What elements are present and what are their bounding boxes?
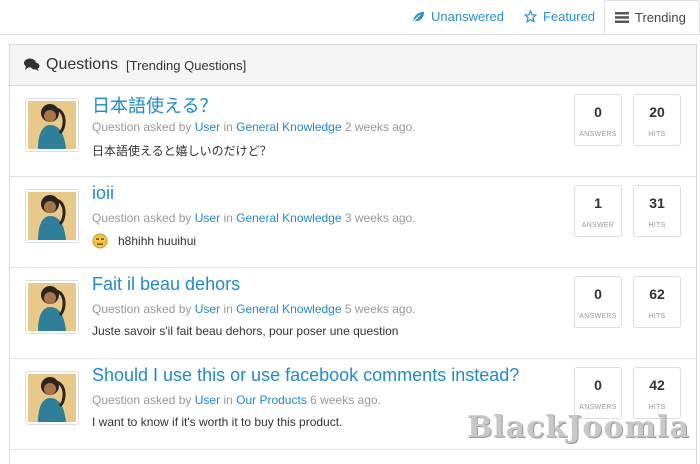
question-body: I want to know if it's worth it to buy t… bbox=[92, 415, 343, 429]
meta-prefix: Question asked by bbox=[92, 302, 192, 316]
avatar[interactable] bbox=[25, 189, 79, 243]
category-link[interactable]: Our Products bbox=[236, 393, 307, 407]
question-body: 日本語使えると嬉しいのだけど？ bbox=[92, 144, 272, 158]
question-time: 3 weeks ago. bbox=[344, 211, 416, 225]
meta-prefix: Question asked by bbox=[92, 120, 192, 134]
tab-unanswered[interactable]: Unanswered bbox=[402, 0, 514, 33]
hits-count-box: 20 HITS bbox=[633, 94, 681, 146]
comments-icon bbox=[24, 58, 40, 71]
panel-header: Questions [Trending Questions] bbox=[10, 45, 696, 86]
question-time: 2 weeks ago. bbox=[344, 120, 416, 134]
meta-in: in bbox=[223, 393, 233, 407]
user-avatar-image bbox=[28, 374, 76, 422]
question-time: 6 weeks ago. bbox=[310, 393, 381, 407]
leaf-icon bbox=[412, 11, 424, 22]
star-icon bbox=[524, 10, 537, 23]
tab-featured[interactable]: Featured bbox=[514, 0, 605, 33]
hits-count: 42 bbox=[649, 377, 665, 393]
question-meta: Question asked by User in General Knowle… bbox=[92, 211, 416, 225]
question-title[interactable]: 日本語使える？ bbox=[92, 92, 217, 118]
tab-trending[interactable]: Trending bbox=[604, 0, 700, 34]
answers-count: 0 bbox=[594, 377, 602, 393]
meta-in: in bbox=[223, 302, 233, 316]
user-avatar-image bbox=[28, 101, 76, 149]
tab-unanswered-label: Unanswered bbox=[431, 9, 504, 24]
emoticon-icon bbox=[92, 233, 108, 249]
hits-count-box: 31 HITS bbox=[633, 185, 681, 237]
panel-title: Questions bbox=[46, 56, 119, 73]
question-item: 日本語使える？ Question asked by User in Genera… bbox=[10, 86, 696, 177]
user-avatar-image bbox=[28, 192, 76, 240]
question-time: 5 weeks ago. bbox=[344, 302, 416, 316]
answers-count: 1 bbox=[594, 195, 602, 211]
answers-label: ANSWER bbox=[581, 222, 615, 229]
answers-count: 0 bbox=[594, 104, 602, 120]
avatar[interactable] bbox=[25, 98, 79, 152]
user-avatar-image bbox=[28, 283, 76, 331]
hits-count: 62 bbox=[649, 286, 665, 302]
question-meta: Question asked by User in General Knowle… bbox=[92, 302, 416, 316]
question-meta: Question asked by User in General Knowle… bbox=[92, 120, 416, 134]
meta-in: in bbox=[223, 120, 233, 134]
question-tabs: Unanswered Featured Trending bbox=[0, 0, 700, 35]
questions-panel: Questions [Trending Questions] 日本語使える？ Q… bbox=[9, 44, 697, 464]
question-body: Juste savoir s'il fait beau dehors, pour… bbox=[92, 324, 399, 338]
panel-subtitle: [Trending Questions] bbox=[126, 57, 247, 73]
watermark-logo: BlackJoomla bbox=[466, 410, 690, 445]
user-link[interactable]: User bbox=[195, 302, 220, 316]
hits-count: 20 bbox=[649, 104, 665, 120]
question-meta: Question asked by User in Our Products 6… bbox=[92, 393, 381, 407]
avatar[interactable] bbox=[25, 371, 79, 425]
hits-label: HITS bbox=[648, 131, 666, 138]
question-title[interactable]: Should I use this or use facebook commen… bbox=[92, 365, 519, 386]
user-link[interactable]: User bbox=[195, 120, 220, 134]
question-excerpt: I want to know if it's worth it to buy t… bbox=[92, 415, 342, 429]
hits-count-box: 62 HITS bbox=[633, 276, 681, 328]
question-excerpt: h8hihh huuihui bbox=[92, 233, 196, 249]
answers-label: ANSWERS bbox=[579, 131, 617, 138]
meta-prefix: Question asked by bbox=[92, 393, 192, 407]
answers-count-box: 1 ANSWER bbox=[574, 185, 622, 237]
user-link[interactable]: User bbox=[195, 393, 220, 407]
hits-count: 31 bbox=[649, 195, 665, 211]
question-body: h8hihh huuihui bbox=[118, 234, 197, 248]
meta-prefix: Question asked by bbox=[92, 211, 192, 225]
answers-count: 0 bbox=[594, 286, 602, 302]
question-title[interactable]: ioii bbox=[92, 183, 114, 204]
list-icon bbox=[615, 11, 629, 23]
category-link[interactable]: General Knowledge bbox=[236, 302, 341, 316]
avatar[interactable] bbox=[25, 280, 79, 334]
tab-featured-label: Featured bbox=[543, 9, 596, 24]
hits-label: HITS bbox=[648, 222, 666, 229]
user-link[interactable]: User bbox=[195, 211, 220, 225]
category-link[interactable]: General Knowledge bbox=[236, 211, 341, 225]
tab-trending-label: Trending bbox=[635, 9, 686, 25]
answers-count-box: 0 ANSWERS bbox=[574, 94, 622, 146]
question-title[interactable]: Fait il beau dehors bbox=[92, 274, 240, 295]
hits-label: HITS bbox=[648, 313, 666, 320]
category-link[interactable]: General Knowledge bbox=[236, 120, 341, 134]
answers-label: ANSWERS bbox=[579, 313, 617, 320]
question-item: ioii Question asked by User in General K… bbox=[10, 177, 696, 268]
answers-count-box: 0 ANSWERS bbox=[574, 276, 622, 328]
question-item: Fait il beau dehors Question asked by Us… bbox=[10, 268, 696, 359]
question-excerpt: Juste savoir s'il fait beau dehors, pour… bbox=[92, 324, 398, 338]
question-excerpt: 日本語使えると嬉しいのだけど？ bbox=[92, 142, 272, 159]
meta-in: in bbox=[223, 211, 233, 225]
